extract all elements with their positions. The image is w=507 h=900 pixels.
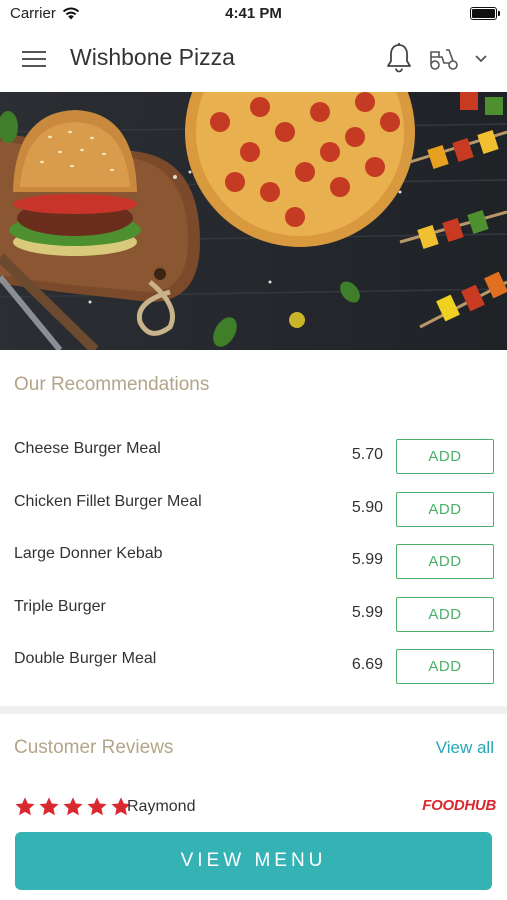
add-button[interactable]: ADD	[396, 491, 494, 527]
star-icon	[39, 797, 59, 816]
bell-icon[interactable]	[384, 42, 414, 74]
reviews-title: Customer Reviews	[14, 737, 174, 758]
reviewer-name: Raymond	[127, 798, 196, 815]
add-button[interactable]: ADD	[396, 544, 494, 579]
section-divider	[0, 706, 507, 714]
item-price: 5.99	[351, 603, 383, 621]
status-time: 4:41 PM	[225, 5, 282, 22]
page-title: Wishbone Pizza	[70, 44, 235, 70]
add-button[interactable]: ADD	[396, 649, 494, 684]
star-rating	[14, 796, 132, 818]
recommendations-list: Cheese Burger Meal 5.70 ADD Chicken Fill…	[0, 430, 507, 693]
review-item: Raymond FOODHUB	[14, 795, 496, 821]
list-item: Cheese Burger Meal 5.70 ADD	[0, 430, 507, 483]
item-price: 5.70	[351, 446, 383, 463]
app-header: Wishbone Pizza	[0, 28, 507, 92]
item-name: Triple Burger	[14, 597, 106, 615]
menu-icon[interactable]	[22, 48, 48, 70]
list-item: Chicken Fillet Burger Meal 5.90 ADD	[0, 483, 507, 536]
hero-food-image	[0, 92, 507, 350]
item-price: 6.69	[351, 656, 383, 673]
view-menu-button[interactable]: VIEW MENU	[15, 832, 492, 890]
item-name: Double Burger Meal	[14, 650, 157, 667]
item-name: Large Donner Kebab	[14, 545, 163, 562]
add-button[interactable]: ADD	[396, 596, 494, 632]
scooter-icon	[430, 49, 458, 70]
view-all-link[interactable]: View all	[436, 738, 494, 758]
status-bar: Carrier 4:41 PM	[0, 0, 507, 28]
star-icon	[15, 797, 35, 816]
list-item: Double Burger Meal 6.69 ADD	[0, 640, 507, 693]
item-price: 5.99	[351, 551, 383, 568]
review-source-logo: FOODHUB	[422, 797, 496, 814]
star-icon	[63, 797, 83, 816]
recommendations-title: Our Recommendations	[14, 374, 210, 395]
star-icon	[87, 797, 107, 816]
chevron-down-icon	[475, 55, 487, 63]
add-button[interactable]: ADD	[396, 439, 494, 474]
item-name: Chicken Fillet Burger Meal	[14, 492, 202, 510]
list-item: Triple Burger 5.99 ADD	[0, 588, 507, 641]
item-name: Cheese Burger Meal	[14, 440, 161, 457]
item-price: 5.90	[351, 498, 383, 516]
battery-icon	[470, 7, 500, 20]
list-item: Large Donner Kebab 5.99 ADD	[0, 535, 507, 588]
delivery-mode-selector[interactable]	[428, 44, 490, 74]
